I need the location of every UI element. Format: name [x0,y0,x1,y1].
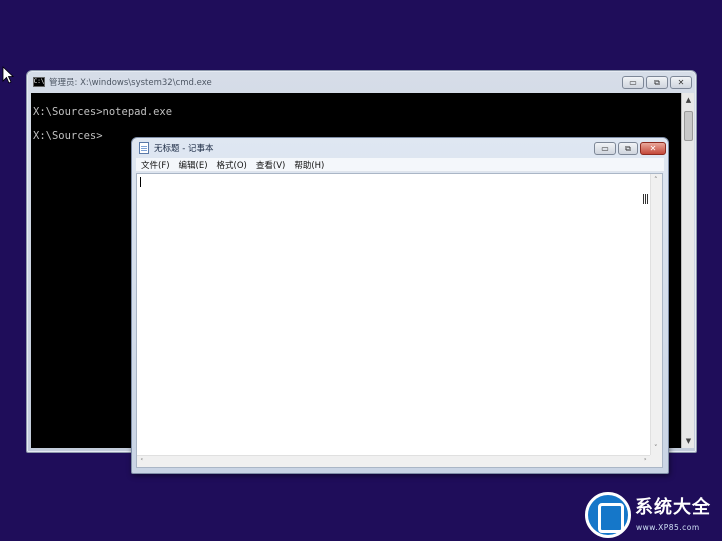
notepad-close-button[interactable]: ✕ [640,142,666,155]
resize-grip-icon[interactable] [650,455,662,467]
notepad-maximize-button[interactable]: ⧉ [618,142,638,155]
notepad-horizontal-scrollbar[interactable]: ˂ ˃ [137,455,650,467]
scroll-down-arrow-icon[interactable]: ▼ [682,437,695,445]
scroll-up-arrow-icon[interactable]: ˄ [654,177,658,184]
mouse-pointer-icon [2,66,14,84]
menu-view[interactable]: 查看(V) [256,159,285,171]
menu-edit[interactable]: 编辑(E) [179,159,208,171]
cmd-line: X:\Sources>notepad.exe [33,106,173,118]
cmd-window-title: 管理员: X:\windows\system32\cmd.exe [49,78,212,88]
text-cursor-ibeam-icon [643,194,648,204]
menu-file[interactable]: 文件(F) [141,159,170,171]
watermark-url: www.XP85.com [636,523,700,532]
notepad-app-icon [139,142,149,154]
cmd-minimize-button[interactable]: ▭ [622,76,644,89]
scroll-down-arrow-icon[interactable]: ˅ [654,445,658,452]
watermark-title: 系统大全 [635,497,711,518]
xp85-logo-icon [585,492,631,538]
cmd-icon-text: C:\ [33,78,45,85]
notepad-minimize-button[interactable]: ▭ [594,142,616,155]
cmd-scroll-thumb[interactable] [684,111,693,141]
notepad-window-title: 无标题 - 记事本 [154,144,214,154]
scroll-right-arrow-icon[interactable]: ˃ [644,459,648,466]
cmd-vertical-scrollbar[interactable]: ▲ ▼ [681,93,694,448]
notepad-vertical-scrollbar[interactable]: ˄ ˅ [650,174,662,455]
notepad-menubar: 文件(F) 编辑(E) 格式(O) 查看(V) 帮助(H) [136,158,664,172]
text-caret [140,177,141,187]
menu-help[interactable]: 帮助(H) [294,159,324,171]
notepad-titlebar[interactable]: 无标题 - 记事本 [132,138,668,158]
menu-format[interactable]: 格式(O) [217,159,247,171]
cmd-titlebar[interactable]: C:\ 管理员: X:\windows\system32\cmd.exe [27,71,696,93]
scroll-left-arrow-icon[interactable]: ˂ [140,459,144,466]
cmd-window-controls: ▭ ⧉ ✕ [622,76,692,89]
cmd-maximize-button[interactable]: ⧉ [646,76,668,89]
notepad-text-area[interactable]: ˄ ˅ ˂ ˃ [136,173,663,468]
notepad-window[interactable]: 无标题 - 记事本 ▭ ⧉ ✕ 文件(F) 编辑(E) 格式(O) 查看(V) … [131,137,669,474]
cmd-app-icon: C:\ [33,77,45,87]
scroll-up-arrow-icon[interactable]: ▲ [682,96,695,104]
notepad-window-controls: ▭ ⧉ ✕ [594,142,666,155]
cmd-close-button[interactable]: ✕ [670,76,692,89]
